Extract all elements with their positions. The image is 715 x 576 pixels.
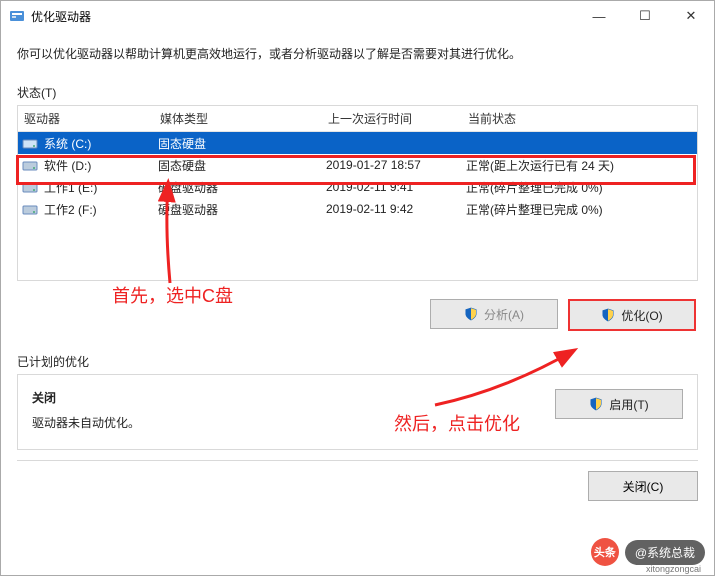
app-icon (9, 8, 25, 24)
shield-icon (464, 307, 478, 321)
shield-icon (601, 308, 615, 322)
maximize-button[interactable]: ☐ (622, 1, 668, 31)
drive-status: 正常(碎片整理已完成 0%) (466, 201, 697, 218)
status-label: 状态(T) (17, 84, 698, 101)
column-header[interactable]: 驱动器 媒体类型 上一次运行时间 当前状态 (18, 106, 697, 132)
watermark-url: xitongzongcai (646, 564, 701, 574)
drive-media: 硬盘驱动器 (158, 179, 326, 196)
drive-last-run: 2019-01-27 18:57 (326, 158, 466, 172)
drive-name: 软件 (D:) (44, 157, 91, 174)
defrag-window: 优化驱动器 ― ☐ ✕ 你可以优化驱动器以帮助计算机更高效地运行，或者分析驱动器… (0, 0, 715, 576)
schedule-desc: 驱动器未自动优化。 (32, 414, 555, 431)
drive-icon (22, 180, 38, 194)
col-drive[interactable]: 驱动器 (18, 110, 154, 127)
close-button[interactable]: ✕ (668, 1, 714, 31)
shield-icon (589, 397, 603, 411)
drive-row[interactable]: 工作2 (F:) 硬盘驱动器2019-02-11 9:42正常(碎片整理已完成 0… (18, 198, 697, 220)
drive-name: 工作2 (F:) (44, 201, 97, 218)
drive-row[interactable]: 工作1 (E:) 硬盘驱动器2019-02-11 9:41正常(碎片整理已完成 0… (18, 176, 697, 198)
drive-media: 硬盘驱动器 (158, 201, 326, 218)
drive-icon (22, 136, 38, 150)
minimize-button[interactable]: ― (576, 1, 622, 31)
drive-list: 驱动器 媒体类型 上一次运行时间 当前状态 系统 (C:)固态硬盘软件 (D:)… (17, 105, 698, 281)
col-last[interactable]: 上一次运行时间 (322, 110, 462, 127)
window-title: 优化驱动器 (31, 8, 91, 25)
drive-status: 正常(碎片整理已完成 0%) (466, 179, 697, 196)
enable-button[interactable]: 启用(T) (555, 389, 683, 419)
col-media[interactable]: 媒体类型 (154, 110, 322, 127)
drive-last-run: 2019-02-11 9:41 (326, 180, 466, 194)
schedule-label: 已计划的优化 (17, 353, 698, 370)
footer: 关闭(C) (1, 461, 714, 511)
drive-icon (22, 202, 38, 216)
drive-row[interactable]: 系统 (C:) 固态硬盘 (18, 132, 697, 154)
action-buttons: 分析(A) 优化(O) (17, 299, 698, 331)
drive-status: 正常(距上次运行已有 24 天) (466, 157, 697, 174)
drive-name: 系统 (C:) (44, 135, 91, 152)
drive-icon (22, 158, 38, 172)
close-dialog-button[interactable]: 关闭(C) (588, 471, 698, 501)
schedule-box: 关闭 驱动器未自动优化。 启用(T) (17, 374, 698, 450)
watermark: 头条 @系统总裁 (591, 538, 705, 566)
schedule-status: 关闭 (32, 389, 555, 406)
watermark-handle: @系统总裁 (625, 540, 705, 565)
watermark-badge: 头条 (591, 538, 619, 566)
drive-last-run: 2019-02-11 9:42 (326, 202, 466, 216)
intro-text: 你可以优化驱动器以帮助计算机更高效地运行，或者分析驱动器以了解是否需要对其进行优… (17, 45, 698, 62)
drive-media: 固态硬盘 (158, 157, 326, 174)
drive-name: 工作1 (E:) (44, 179, 97, 196)
optimize-button[interactable]: 优化(O) (568, 299, 696, 331)
drive-media: 固态硬盘 (158, 135, 326, 152)
col-status[interactable]: 当前状态 (462, 110, 697, 127)
drive-row[interactable]: 软件 (D:) 固态硬盘2019-01-27 18:57正常(距上次运行已有 24… (18, 154, 697, 176)
analyze-button[interactable]: 分析(A) (430, 299, 558, 329)
titlebar[interactable]: 优化驱动器 ― ☐ ✕ (1, 1, 714, 31)
